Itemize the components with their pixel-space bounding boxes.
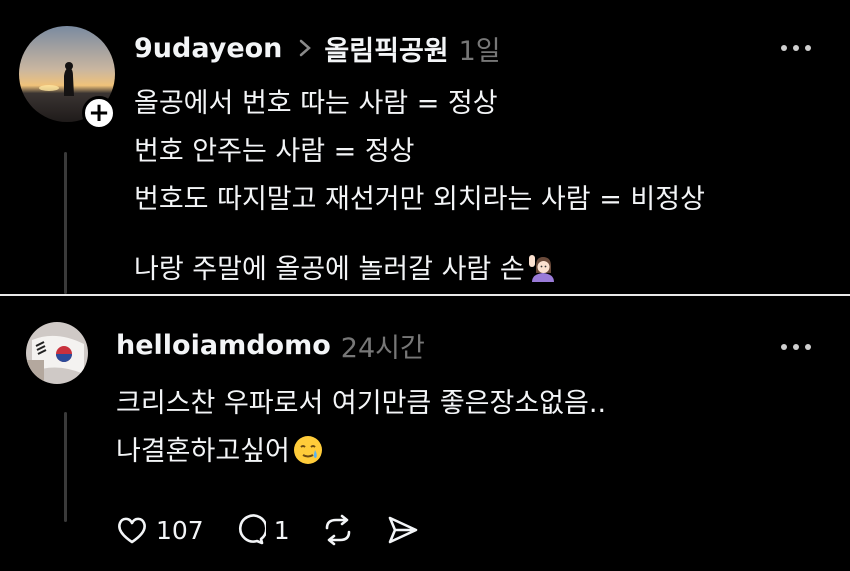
post-line: 올공에서 번호 따는 사람 = 정상 (134, 88, 498, 119)
divider (0, 294, 850, 296)
reply-username[interactable]: helloiamdomo (116, 330, 331, 361)
flag-avatar (26, 322, 88, 384)
send-icon (388, 516, 417, 544)
reply-actions: 107 1 (116, 508, 450, 552)
post-line: 번호 안주는 사람 = 정상 (134, 136, 415, 167)
like-count: 107 (156, 515, 204, 545)
comment-button[interactable]: 1 (234, 514, 290, 546)
repost-icon (325, 514, 350, 546)
comment-count: 1 (273, 515, 290, 545)
post-body: 올공에서 번호 따는 사람 = 정상 번호 안주는 사람 = 정상 번호도 따지… (134, 80, 705, 294)
thread-line (64, 152, 67, 294)
reply-body: 크리스찬 우파로서 여기만큼 좋은장소없음.. 나결혼하고싶어 (116, 380, 606, 476)
share-button[interactable] (386, 514, 420, 546)
community-name[interactable]: 올림픽공원 (324, 29, 448, 68)
chevron-right-icon (300, 39, 312, 57)
post-line-with-emoji: 나랑 주말에 올공에 놀러갈 사람 손 (134, 246, 705, 294)
plus-icon[interactable]: + (82, 96, 116, 130)
reply-line-with-emoji: 나결혼하고싶어 (116, 428, 606, 476)
raising-hand-emoji-icon (528, 255, 554, 282)
repost-button[interactable] (320, 513, 356, 547)
reply-line: 나결혼하고싶어 (116, 436, 290, 467)
post-header: 9udayeon 올림픽공원 1일 (134, 28, 501, 68)
more-options-icon[interactable] (781, 344, 811, 350)
reply-header: helloiamdomo 24시간 (116, 325, 425, 365)
comment-icon (238, 514, 266, 545)
smiling-face-with-tear-icon (293, 436, 322, 464)
thread-line (64, 412, 67, 522)
username[interactable]: 9udayeon (134, 33, 282, 64)
reply-time: 24시간 (340, 332, 425, 364)
heart-icon (118, 517, 146, 544)
original-post: + 9udayeon 올림픽공원 1일 올공에서 번호 따는 사람 = 정상 번… (0, 0, 850, 294)
post-line: 번호도 따지말고 재선거만 외치라는 사람 = 비정상 (134, 184, 705, 215)
reply-line: 크리스찬 우파로서 여기만큼 좋은장소없음.. (116, 388, 607, 419)
reply-avatar[interactable] (26, 322, 88, 384)
more-options-icon[interactable] (781, 45, 811, 51)
like-button[interactable]: 107 (116, 515, 204, 545)
post-line: 나랑 주말에 올공에 놀러갈 사람 손 (134, 254, 525, 285)
post-time: 1일 (458, 35, 501, 67)
